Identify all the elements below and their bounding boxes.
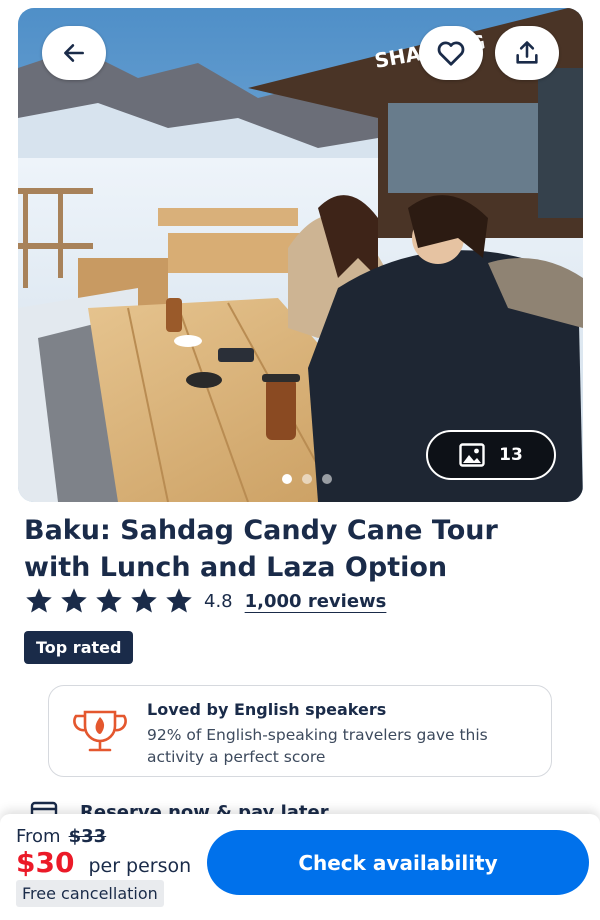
share-icon: [516, 41, 538, 64]
carousel-dot[interactable]: [282, 474, 292, 484]
arrow-left-icon: [64, 44, 84, 62]
activity-title: Baku: Sahdag Candy Cane Tour with Lunch …: [24, 515, 498, 583]
per-person-label: per person: [88, 855, 192, 877]
reviews-link[interactable]: 1,000 reviews: [245, 591, 387, 612]
carousel-dots: [282, 474, 332, 484]
booking-bar: From $33 $30 per person Free cancellation…: [0, 814, 600, 920]
price-row: $30 per person: [16, 846, 191, 879]
from-label: From: [16, 826, 61, 847]
rating-row: 4.8 1,000 reviews: [24, 586, 386, 616]
star-icon: [61, 588, 87, 613]
photo-count: 13: [499, 445, 523, 465]
star-icon: [166, 588, 192, 613]
trophy-icon: [73, 710, 127, 752]
check-availability-button[interactable]: Check availability: [207, 830, 589, 895]
free-cancellation-badge: Free cancellation: [16, 880, 164, 907]
image-icon: [459, 443, 485, 467]
current-price: $30: [16, 846, 75, 879]
back-button[interactable]: [42, 26, 106, 80]
star-icon: [131, 588, 157, 613]
star-rating: [24, 586, 194, 616]
top-rated-badge: Top rated: [24, 631, 134, 664]
carousel-dot[interactable]: [322, 474, 332, 484]
favorite-button[interactable]: [419, 26, 483, 80]
rating-value: 4.8: [204, 590, 233, 612]
loved-description: 92% of English-speaking travelers gave t…: [147, 726, 488, 766]
hero-photo-scene: SHAHDAG: [18, 8, 583, 502]
share-button[interactable]: [495, 26, 559, 80]
carousel-dot[interactable]: [302, 474, 312, 484]
photo-gallery-button[interactable]: 13: [426, 430, 556, 480]
old-price: $33: [68, 826, 107, 847]
star-icon: [96, 588, 122, 613]
star-icon: [26, 588, 52, 613]
heart-icon: [437, 41, 465, 66]
loved-by-english-speakers-card: Loved by English speakers 92% of English…: [48, 685, 552, 777]
hero-photo[interactable]: SHAHDAG: [18, 8, 583, 502]
from-price-row: From $33: [16, 826, 106, 847]
loved-title: Loved by English speakers: [147, 700, 387, 719]
